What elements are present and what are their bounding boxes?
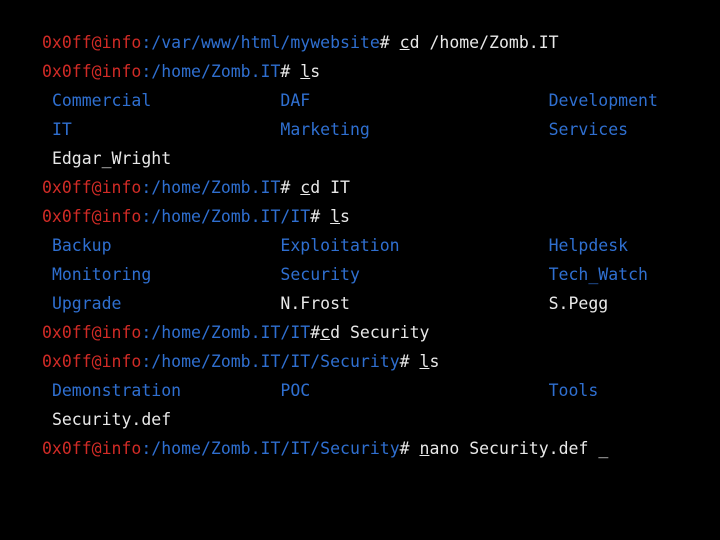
command-rest: d Security (330, 323, 430, 342)
prompt-hash: # (399, 439, 420, 458)
command-first-char: c (399, 33, 410, 52)
directory-entry: Monitoring (51, 265, 152, 284)
listing-indent (42, 381, 52, 400)
terminal-listing-line: Security.def (42, 405, 700, 434)
prompt-path: /home/Zomb.IT (151, 178, 281, 197)
directory-entry: Commercial (51, 91, 152, 110)
command-rest: s (429, 352, 440, 371)
prompt-path: /home/Zomb.IT/IT/Security (151, 439, 400, 458)
directory-entry: Tools (548, 381, 599, 400)
prompt-separator: : (141, 62, 152, 81)
prompt-separator: : (141, 33, 152, 52)
command-rest: d IT (310, 178, 350, 197)
terminal-prompt-line: 0x0ff@info:/var/www/html/mywebsite# cd /… (42, 28, 700, 57)
terminal-listing-line: Monitoring Security Tech_Watch (42, 260, 700, 289)
command-first-char: l (300, 62, 311, 81)
terminal-listing-line: IT Marketing Services (42, 115, 700, 144)
terminal-prompt-line: 0x0ff@info:/home/Zomb.IT# ls (42, 57, 700, 86)
listing-indent (42, 120, 52, 139)
prompt-user-host: 0x0ff@info (42, 323, 142, 342)
listing-indent (42, 294, 52, 313)
terminal-listing-line: Commercial DAF Development (42, 86, 700, 115)
prompt-user-host: 0x0ff@info (42, 62, 142, 81)
directory-entry: Security (280, 265, 360, 284)
command-rest: s (340, 207, 350, 226)
directory-entry: Services (548, 120, 629, 139)
prompt-command: cd IT (300, 178, 350, 197)
directory-entry: Upgrade (51, 294, 122, 313)
command-first-char: c (300, 178, 311, 197)
prompt-command: ls (300, 62, 320, 81)
terminal-cursor: _ (588, 439, 609, 458)
prompt-hash: # (310, 207, 331, 226)
directory-entry: Marketing (280, 120, 370, 139)
directory-entry: POC (280, 381, 311, 400)
prompt-path: /home/Zomb.IT (151, 62, 281, 81)
prompt-separator: : (141, 323, 152, 342)
prompt-command: ls (420, 352, 440, 371)
prompt-hash: # (310, 323, 321, 342)
terminal-prompt-line: 0x0ff@info:/home/Zomb.IT# cd IT (42, 173, 700, 202)
terminal-prompt-line: 0x0ff@info:/home/Zomb.IT/IT/Security# na… (42, 434, 700, 463)
command-first-char: l (330, 207, 341, 226)
command-rest: ano Security.def (429, 439, 589, 458)
listing-indent (42, 236, 52, 255)
listing-indent (42, 410, 52, 429)
directory-entry: IT (51, 120, 72, 139)
prompt-user-host: 0x0ff@info (42, 33, 142, 52)
prompt-separator: : (141, 178, 152, 197)
file-entry: N.Frost (280, 294, 350, 313)
command-first-char: n (419, 439, 430, 458)
terminal-listing-line: Edgar_Wright (42, 144, 700, 173)
prompt-user-host: 0x0ff@info (42, 352, 142, 371)
directory-entry: Exploitation (280, 236, 400, 255)
prompt-separator: : (141, 207, 152, 226)
prompt-user-host: 0x0ff@info (42, 439, 142, 458)
prompt-hash: # (379, 33, 400, 52)
prompt-command: cd Security (320, 323, 429, 342)
terminal-prompt-line: 0x0ff@info:/home/Zomb.IT/IT# ls (42, 202, 700, 231)
directory-entry: Tech_Watch (548, 265, 648, 284)
command-rest: s (310, 62, 321, 81)
file-entry: Security.def (51, 410, 172, 429)
prompt-hash: # (280, 178, 301, 197)
prompt-user-host: 0x0ff@info (42, 178, 142, 197)
prompt-path: /home/Zomb.IT/IT (151, 323, 311, 342)
terminal-prompt-line: 0x0ff@info:/home/Zomb.IT/IT#cd Security (42, 318, 700, 347)
listing-indent (42, 265, 52, 284)
command-first-char: c (320, 323, 331, 342)
prompt-command: ls (330, 207, 350, 226)
prompt-command: cd /home/Zomb.IT (400, 33, 559, 52)
directory-entry: Demonstration (51, 381, 182, 400)
prompt-path: /var/www/html/mywebsite (151, 33, 380, 52)
terminal-output[interactable]: 0x0ff@info:/var/www/html/mywebsite# cd /… (0, 0, 720, 540)
prompt-command: nano Security.def (420, 439, 589, 458)
directory-entry: Development (548, 91, 658, 110)
prompt-hash: # (399, 352, 420, 371)
prompt-separator: : (141, 439, 152, 458)
listing-indent (42, 91, 52, 110)
listing-indent (42, 149, 52, 168)
terminal-prompt-line: 0x0ff@info:/home/Zomb.IT/IT/Security# ls (42, 347, 700, 376)
directory-entry: DAF (280, 91, 311, 110)
directory-entry: Backup (51, 236, 112, 255)
file-entry: S.Pegg (548, 294, 609, 313)
command-rest: d /home/Zomb.IT (409, 33, 559, 52)
terminal-listing-line: Backup Exploitation Helpdesk (42, 231, 700, 260)
directory-entry: Helpdesk (548, 236, 629, 255)
terminal-listing-line: Upgrade N.Frost S.Pegg (42, 289, 700, 318)
file-entry: Edgar_Wright (51, 149, 172, 168)
terminal-listing-line: Demonstration POC Tools (42, 376, 700, 405)
prompt-path: /home/Zomb.IT/IT/Security (151, 352, 400, 371)
command-first-char: l (419, 352, 430, 371)
prompt-path: /home/Zomb.IT/IT (151, 207, 311, 226)
prompt-user-host: 0x0ff@info (42, 207, 142, 226)
prompt-hash: # (280, 62, 301, 81)
prompt-separator: : (141, 352, 152, 371)
